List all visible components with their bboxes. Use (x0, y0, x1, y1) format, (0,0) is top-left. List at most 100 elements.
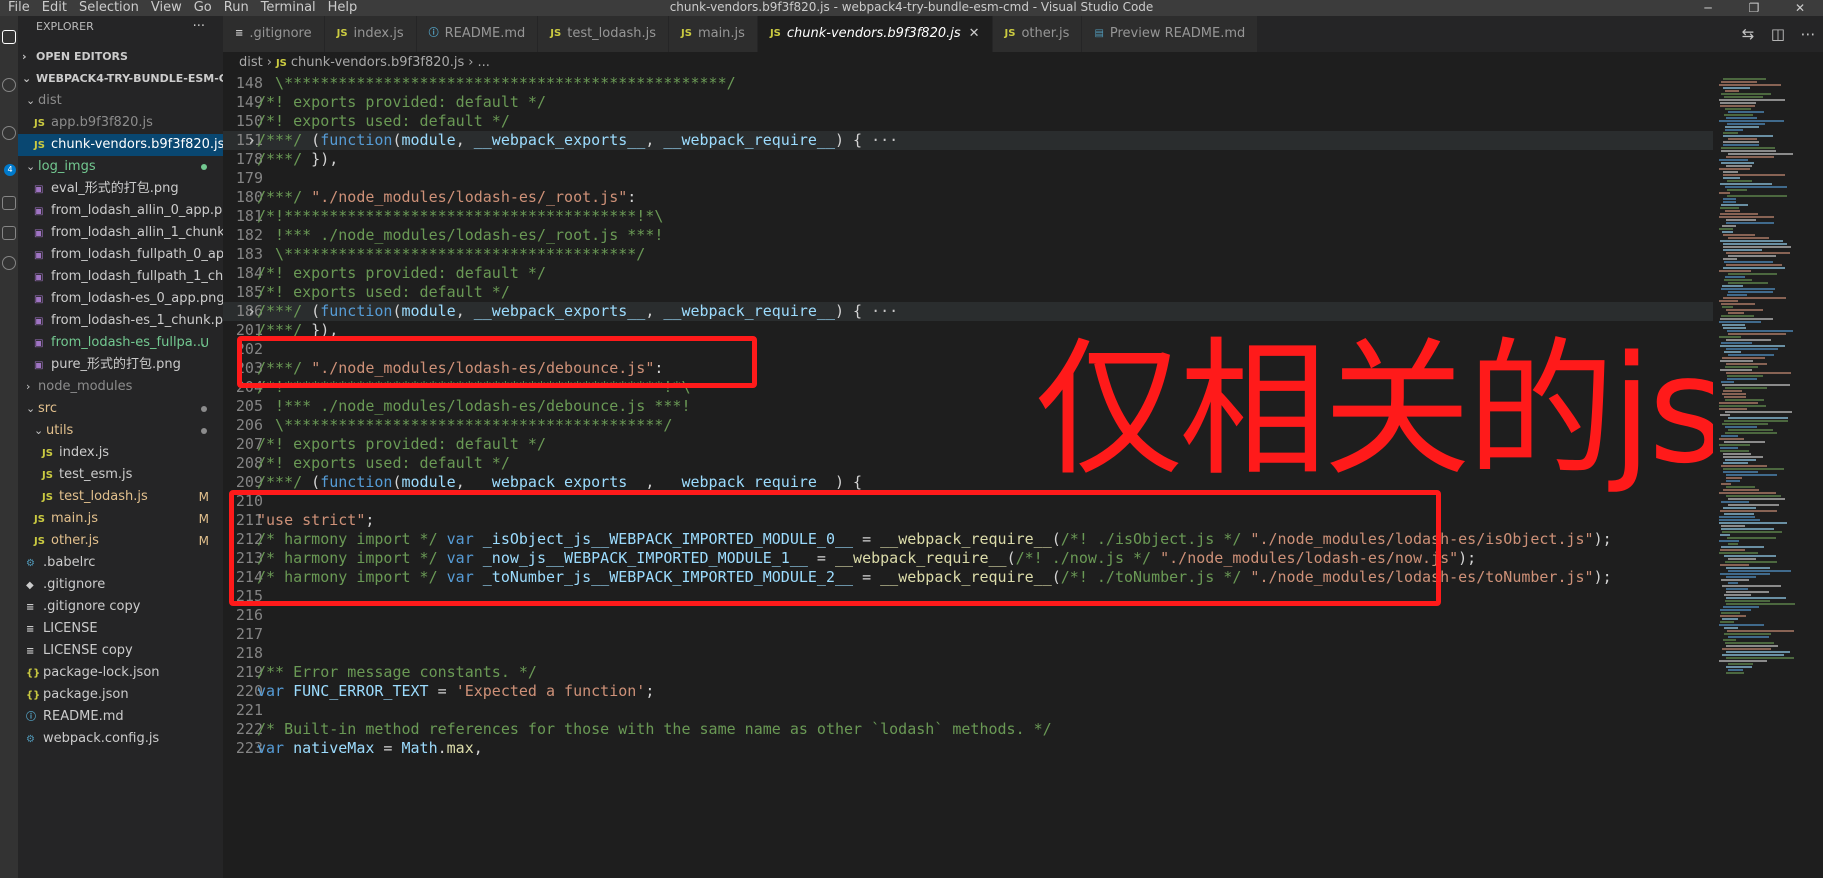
open-editors-header[interactable]: › OPEN EDITORS (18, 46, 223, 68)
extensions-icon[interactable] (2, 226, 16, 240)
minimap-line (1723, 471, 1758, 473)
tree-file[interactable]: JS test_esm.js (18, 464, 223, 486)
split-editor-icon[interactable]: ◫ (1763, 25, 1793, 43)
menu-file[interactable]: File (8, 0, 30, 16)
tab-main-js[interactable]: JS main.js (669, 16, 758, 52)
minimap-line (1721, 81, 1757, 83)
minimap-line (1728, 498, 1785, 500)
tree-file[interactable]: JS other.js M (18, 530, 223, 552)
tree-file[interactable]: {} package.json (18, 684, 223, 706)
menu-selection[interactable]: Selection (79, 0, 139, 16)
config-file-icon: ⚙ (26, 558, 35, 569)
project-label: WEBPACK4-TRY-BUNDLE-ESM-C... (36, 72, 223, 85)
explorer-icon[interactable] (2, 30, 16, 44)
tree-folder[interactable]: ⌄ src (18, 398, 223, 420)
search-icon[interactable] (2, 78, 16, 92)
breadcrumb-file[interactable]: chunk-vendors.b9f3f820.js (291, 55, 464, 70)
code-token: , (455, 131, 474, 149)
source-control-icon[interactable] (2, 126, 16, 140)
fold-chevron-icon[interactable]: › (247, 131, 256, 150)
tree-file[interactable]: JS app.b9f3f820.js (18, 112, 223, 134)
code-text: /* Built-in method references for those … (257, 720, 1052, 739)
code-token: /*! exports provided: default */ (257, 435, 546, 453)
tree-file[interactable]: {} package-lock.json (18, 662, 223, 684)
breadcrumb-more[interactable]: ... (477, 55, 489, 70)
tree-folder[interactable]: ⌄ dist (18, 90, 223, 112)
minimap-line (1722, 423, 1768, 425)
menu-edit[interactable]: Edit (42, 0, 67, 16)
menu-terminal[interactable]: Terminal (261, 0, 316, 16)
tree-file[interactable]: ▣ from_lodash-es_fullpa... U (18, 332, 223, 354)
source-control-badge: 4 (4, 164, 16, 176)
tree-file[interactable]: ≡ LICENSE (18, 618, 223, 640)
tree-file[interactable]: ◆ .gitignore (18, 574, 223, 596)
tree-item-label: app.b9f3f820.js (51, 115, 153, 130)
minimize-icon[interactable]: ─ (1685, 0, 1731, 16)
tree-item-label: package-lock.json (43, 665, 160, 680)
close-tab-icon[interactable]: ✕ (969, 16, 980, 52)
tree-file[interactable]: ≡ LICENSE copy (18, 640, 223, 662)
tree-file[interactable]: JS index.js (18, 442, 223, 464)
minimap-line (1720, 240, 1783, 242)
code-token: , (455, 302, 474, 320)
tree-file[interactable]: ▣ from_lodash-es_0_app.png (18, 288, 223, 310)
tree-file[interactable]: ▣ eval_形式的打包.png (18, 178, 223, 200)
tree-file[interactable]: ⓘ README.md (18, 706, 223, 728)
tab-other-js[interactable]: JS other.js (992, 16, 1083, 52)
code-token: __webpack_exports__ (473, 131, 646, 149)
more-actions-icon[interactable]: ⋯ (1793, 25, 1823, 43)
remote-explorer-icon[interactable] (2, 256, 16, 270)
menu-go[interactable]: Go (194, 0, 212, 16)
tree-file[interactable]: ▣ from_lodash_fullpath_1_ch... (18, 266, 223, 288)
json-file-icon: {} (26, 668, 41, 679)
run-debug-icon[interactable] (2, 196, 16, 210)
activity-bar: 4 (0, 16, 18, 878)
minimap-line (1719, 270, 1751, 272)
tree-folder[interactable]: ⌄ utils (18, 420, 223, 442)
tab-chunk-vendors-b9f3f820-js[interactable]: JS chunk-vendors.b9f3f820.js ✕ (757, 16, 993, 52)
tree-file[interactable]: ⚙ .babelrc (18, 552, 223, 574)
breadcrumb-dir[interactable]: dist (239, 55, 263, 70)
minimap-line (1719, 159, 1748, 161)
restore-icon[interactable]: ❐ (1731, 0, 1777, 16)
minimap-line (1723, 258, 1737, 260)
minimap-line (1724, 441, 1765, 443)
minimap-line (1728, 273, 1777, 275)
code-token: /*! exports provided: default */ (257, 264, 546, 282)
minimap[interactable] (1713, 74, 1823, 878)
tree-file[interactable]: ⚙ webpack.config.js (18, 728, 223, 750)
tab-test-lodash-js[interactable]: JS test_lodash.js (538, 16, 669, 52)
tree-file[interactable]: ▣ from_lodash-es_1_chunk.p... (18, 310, 223, 332)
tree-file[interactable]: JS main.js M (18, 508, 223, 530)
tree-folder[interactable]: › node_modules (18, 376, 223, 398)
menu-help[interactable]: Help (328, 0, 358, 16)
tree-folder[interactable]: ⌄ log_imgs (18, 156, 223, 178)
minimap-line (1727, 123, 1765, 125)
tree-file[interactable]: ▣ pure_形式的打包.png (18, 354, 223, 376)
tree-file[interactable]: JS chunk-vendors.b9f3f820.js (18, 134, 223, 156)
markdown-file-icon: ⓘ (26, 712, 36, 723)
tree-file[interactable]: ▣ from_lodash_allin_1_chunk.... (18, 222, 223, 244)
tab-preview-readme-md[interactable]: ▤ Preview README.md (1082, 16, 1259, 52)
open-changes-icon[interactable]: ⇆ (1733, 25, 1763, 43)
js-file-icon: JS (34, 536, 45, 547)
tree-file[interactable]: ▣ from_lodash_allin_0_app.png (18, 200, 223, 222)
tab-readme-md[interactable]: ⓘ README.md (416, 16, 539, 52)
tab-gitignore[interactable]: ≡ .gitignore (223, 16, 325, 52)
tree-file[interactable]: ≡ .gitignore copy (18, 596, 223, 618)
menu-view[interactable]: View (151, 0, 182, 16)
tree-file[interactable]: JS test_lodash.js M (18, 486, 223, 508)
tree-file[interactable]: ▣ from_lodash_fullpath_0_ap... (18, 244, 223, 266)
project-header[interactable]: ⌄ WEBPACK4-TRY-BUNDLE-ESM-C... (18, 68, 223, 90)
code-token: max (446, 739, 474, 757)
fold-chevron-icon[interactable]: › (247, 302, 256, 321)
tab-index-js[interactable]: JS index.js (324, 16, 417, 52)
code-text: /***/ (function(module, __webpack_export… (257, 302, 898, 321)
sidebar-title-label: EXPLORER (36, 20, 94, 33)
menu-run[interactable]: Run (224, 0, 249, 16)
minimap-line (1723, 249, 1762, 251)
code-text: /*! exports provided: default */ (257, 264, 546, 283)
js-file-icon: JS (550, 28, 562, 39)
close-window-icon[interactable]: ✕ (1777, 0, 1823, 16)
more-actions-icon[interactable]: ··· (193, 16, 205, 38)
